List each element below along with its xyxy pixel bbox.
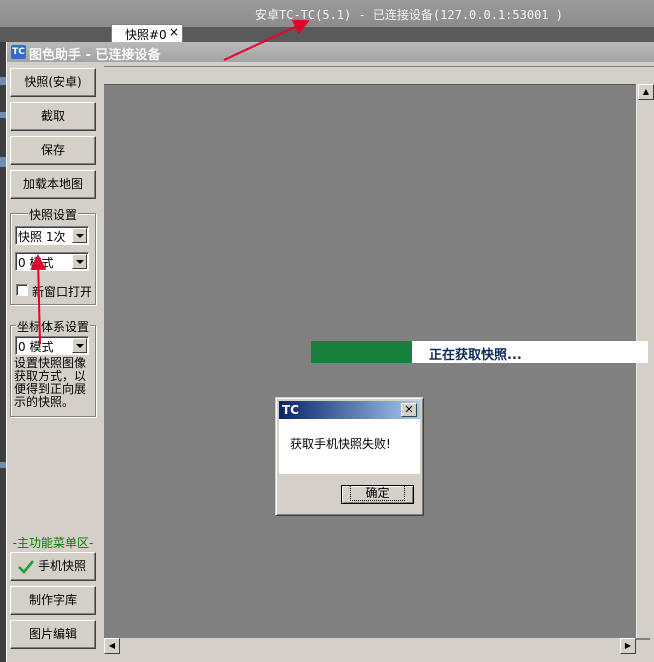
scroll-left-icon[interactable]: ◀ xyxy=(104,638,120,654)
load-local-image-button[interactable]: 加载本地图 xyxy=(10,170,96,199)
dialog-body: 获取手机快照失败! xyxy=(279,419,420,474)
new-window-label: 新窗口打开 xyxy=(32,285,93,299)
background-band xyxy=(0,27,654,42)
close-icon[interactable]: × xyxy=(169,25,179,39)
coord-settings-description: 设置快照图像获取方式，以便得到正向展示的快照。 xyxy=(14,356,87,409)
chevron-down-icon[interactable] xyxy=(72,338,87,353)
background-title-bar: 安卓TC-TC(5.1) - 已连接设备(127.0.0.1:53001 ) xyxy=(0,0,654,27)
coord-settings-label: 坐标体系设置 xyxy=(15,320,90,334)
app-icon: TC xyxy=(11,45,26,59)
tab-snapshot-0[interactable]: 快照#0 × xyxy=(111,24,183,42)
main-menu-label: -主功能菜单区- xyxy=(12,536,94,550)
new-window-checkbox[interactable] xyxy=(16,284,28,296)
dialog-title: TC xyxy=(282,403,299,417)
coord-mode-select[interactable]: 0 模式 xyxy=(15,336,89,355)
chevron-down-icon[interactable] xyxy=(72,228,87,243)
capture-button[interactable]: 截取 xyxy=(10,102,96,131)
dialog-message: 获取手机快照失败! xyxy=(290,437,391,451)
ok-button[interactable]: 确定 xyxy=(341,485,414,504)
snapshot-settings-label: 快照设置 xyxy=(27,208,78,222)
snapshot-progress-bar: 正在获取快照... xyxy=(311,341,648,363)
image-edit-button[interactable]: 图片编辑 xyxy=(10,620,96,649)
error-dialog: TC ✕ 获取手机快照失败! 确定 xyxy=(275,397,424,516)
window-title: 图色助手 - 已连接设备 xyxy=(29,48,161,63)
scroll-up-icon[interactable]: ▲ xyxy=(638,84,654,100)
phone-snapshot-button[interactable]: 手机快照 xyxy=(10,552,96,581)
progress-text: 正在获取快照... xyxy=(429,348,522,363)
progress-fill xyxy=(311,341,413,363)
snapshot-android-button[interactable]: 快照(安卓) xyxy=(10,68,96,97)
snapshot-count-select[interactable]: 快照 1次 xyxy=(15,226,89,245)
chevron-down-icon[interactable] xyxy=(72,254,87,269)
make-font-library-button[interactable]: 制作字库 xyxy=(10,586,96,615)
coord-settings-group: 坐标体系设置 0 模式 设置快照图像获取方式，以便得到正向展示的快照。 xyxy=(10,320,96,417)
snapshot-mode-select[interactable]: 0 模式 xyxy=(15,252,89,271)
horizontal-scrollbar[interactable]: ◀ ▶ xyxy=(104,638,636,655)
window-title-bar[interactable]: TC 图色助手 - 已连接设备 xyxy=(7,42,654,63)
checkmark-icon xyxy=(18,560,34,574)
scroll-right-icon[interactable]: ▶ xyxy=(620,638,636,654)
snapshot-settings-group: 快照设置 快照 1次 0 模式 新窗口打开 xyxy=(10,208,96,305)
dialog-title-bar[interactable]: TC ✕ xyxy=(279,401,420,419)
save-button[interactable]: 保存 xyxy=(10,136,96,165)
background-title-text: 安卓TC-TC(5.1) - 已连接设备(127.0.0.1:53001 ) xyxy=(255,8,563,22)
close-icon[interactable]: ✕ xyxy=(401,403,417,417)
